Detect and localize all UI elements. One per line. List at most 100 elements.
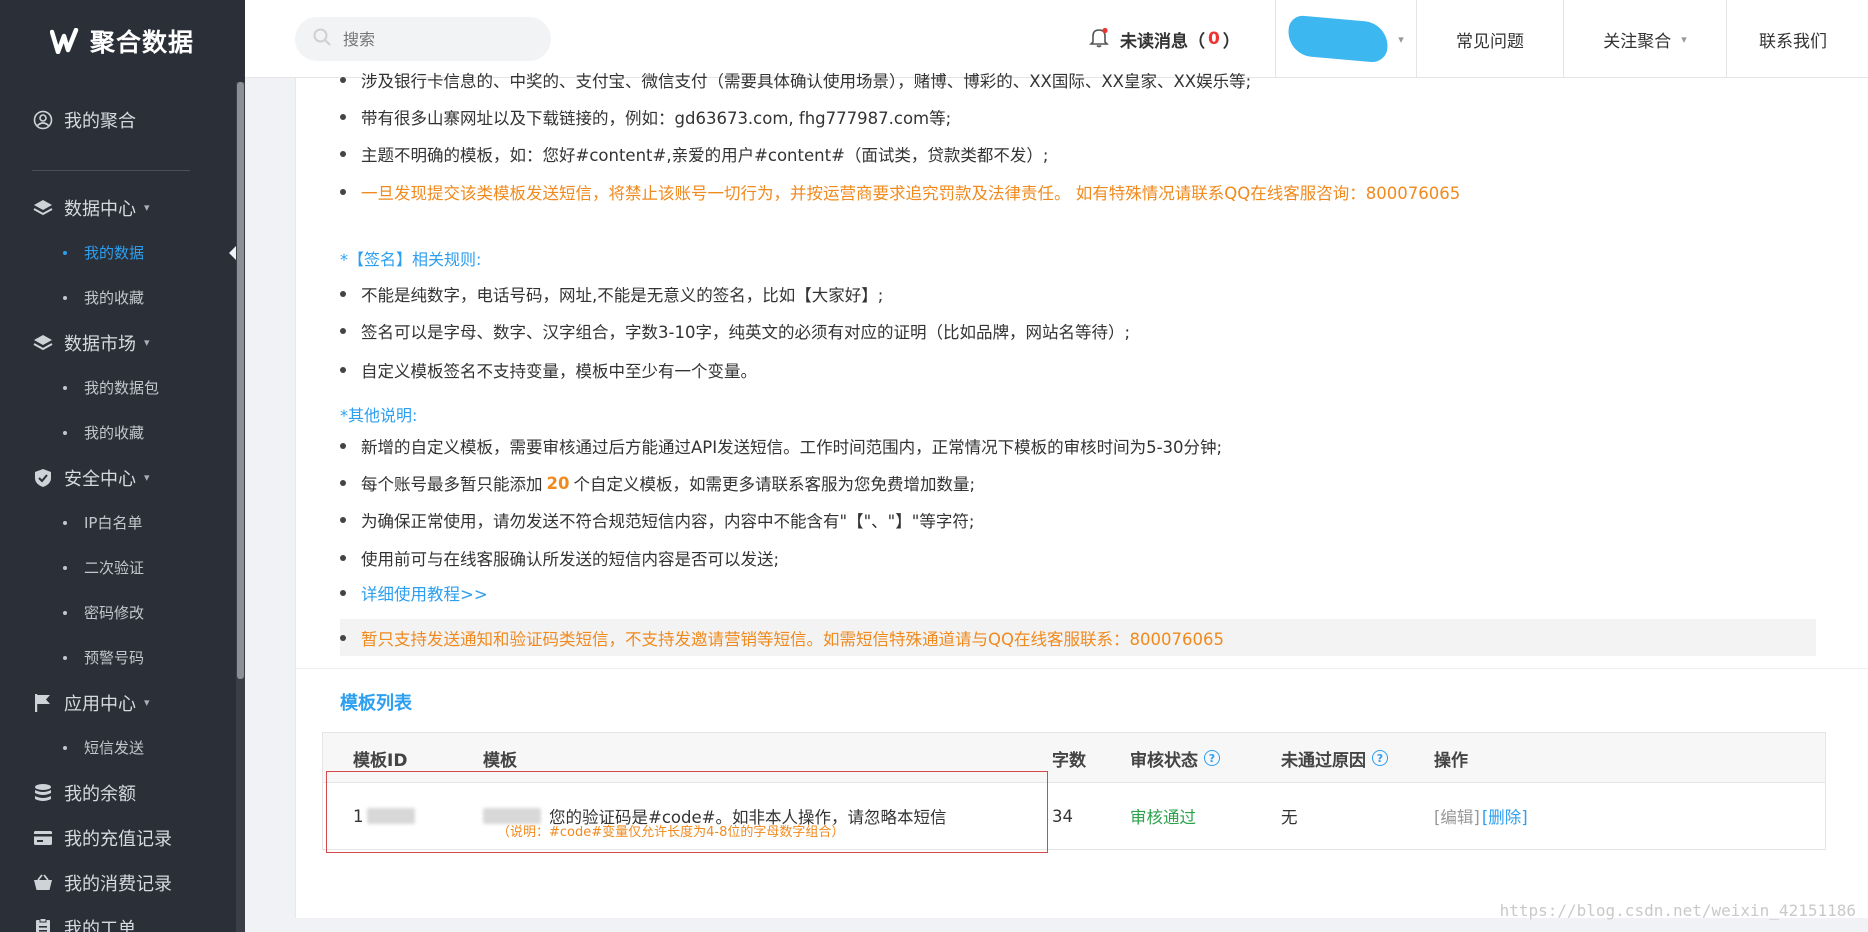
shield-icon: [32, 467, 54, 489]
edit-button[interactable]: [编辑]: [1434, 804, 1480, 828]
scrollbar-thumb[interactable]: [237, 82, 244, 679]
rule-text: 带有很多山寨网址以及下载链接的，例如：gd63673.com, fhg77798…: [361, 109, 952, 128]
template-ops: [编辑] [删除]: [1434, 783, 1528, 849]
rule-text: 不能是纯数字，电话号码，网址,不能是无意义的签名，比如【大家好】;: [361, 286, 884, 305]
rule-text: 为确保正常使用，请勿发送不符合规范短信内容，内容中不能含有"【"、"】"等字符;: [361, 512, 975, 531]
sidebar-item-label: 我的工单: [64, 918, 136, 932]
section-divider: [296, 668, 1868, 669]
template-reason: 无: [1281, 808, 1298, 827]
sidebar-item-consumption-records[interactable]: 我的消费记录: [0, 860, 236, 905]
template-limit-number: 20: [546, 473, 570, 493]
other-rules-title: *其他说明:: [340, 406, 418, 425]
sidebar-item-label: 安全中心: [64, 468, 136, 490]
active-caret-icon: [229, 246, 236, 260]
tutorial-link[interactable]: 详细使用教程>>: [340, 581, 488, 605]
follow-menu[interactable]: 关注聚合 ▾: [1563, 0, 1726, 78]
logo-icon: [50, 28, 79, 54]
chevron-down-icon: ▾: [1681, 32, 1687, 46]
rule-text: 主题不明确的模板，如：您好#content#,亲爱的用户#content#（面试…: [361, 146, 1049, 165]
notice-item: 暂只支持发送通知和验证码类短信，不支持发邀请营销等短信。如需短信特殊通道请与QQ…: [340, 619, 1224, 656]
flag-icon: [32, 692, 54, 714]
unread-label: 未读消息: [1120, 31, 1188, 52]
notice-text: 暂只支持发送通知和验证码类短信，不支持发邀请营销等短信。如需短信特殊通道请与QQ…: [361, 629, 1224, 649]
chevron-down-icon: ▾: [144, 336, 150, 349]
credit-card-icon: [32, 827, 54, 849]
contact-label: 联系我们: [1759, 31, 1827, 52]
sidebar-sub-my-data-pack[interactable]: 我的数据包: [0, 365, 236, 410]
contact-link[interactable]: 联系我们: [1726, 0, 1868, 78]
template-chars: 34: [1052, 806, 1073, 826]
rule-text: 个自定义模板，如需更多请联系客服为您免费增加数量;: [573, 475, 976, 494]
clipboard-icon: [32, 917, 54, 932]
bullet-icon: [340, 328, 346, 334]
sidebar-sub-my-data[interactable]: 我的数据: [0, 230, 236, 275]
sidebar-scrollbar[interactable]: [236, 82, 245, 932]
sidebar-item-security-center[interactable]: 安全中心 ▾: [0, 455, 236, 500]
rule-item: 每个账号最多暂只能添加 20 个自定义模板，如需更多请联系客服为您免费增加数量;: [340, 471, 975, 495]
sidebar-sub-label: 二次验证: [84, 559, 145, 577]
rule-item: 不能是纯数字，电话号码，网址,不能是无意义的签名，比如【大家好】;: [340, 282, 883, 306]
bullet-icon: [340, 634, 346, 641]
sidebar-sub-label: 我的数据包: [84, 379, 160, 397]
help-question-icon[interactable]: ?: [1204, 750, 1220, 766]
sidebar-sub-label: 短信发送: [84, 739, 145, 757]
sidebar-sub-ip-whitelist[interactable]: IP白名单: [0, 500, 236, 545]
unread-count: 0: [1208, 29, 1220, 49]
sidebar-item-app-center[interactable]: 应用中心 ▾: [0, 680, 236, 725]
follow-label: 关注聚合: [1603, 31, 1672, 52]
delete-button[interactable]: [删除]: [1482, 804, 1528, 828]
unread-close-paren: ）: [1222, 31, 1240, 52]
sidebar-sub-alert-phone[interactable]: 预警号码: [0, 635, 236, 680]
help-question-icon[interactable]: ?: [1372, 750, 1388, 766]
bullet-icon: [340, 291, 346, 297]
sidebar-item-my-juhe[interactable]: 我的聚合: [0, 82, 236, 158]
sidebar-nav: 我的聚合 数据中心 ▾ 我的数据 我的收藏 数据市场 ▾ 我的数据包 我的收藏 …: [0, 82, 236, 932]
sidebar-item-tickets[interactable]: 我的工单: [0, 905, 236, 932]
search-icon: [313, 28, 331, 50]
database-icon: [32, 782, 54, 804]
bullet-icon: [340, 517, 346, 523]
sidebar-sub-password[interactable]: 密码修改: [0, 590, 236, 635]
rule-text: 使用前可与在线客服确认所发送的短信内容是否可以发送;: [361, 550, 780, 569]
col-header-status-label: 审核状态: [1130, 750, 1198, 771]
tutorial-link-text[interactable]: 详细使用教程>>: [361, 581, 488, 605]
bullet-icon: [340, 367, 346, 373]
col-header-status: 审核状态?: [1130, 733, 1220, 783]
search-input[interactable]: [343, 29, 523, 49]
faq-link[interactable]: 常见问题: [1416, 0, 1563, 78]
sidebar-sub-label: 我的收藏: [84, 424, 145, 442]
rule-item: 主题不明确的模板，如：您好#content#,亲爱的用户#content#（面试…: [340, 142, 1048, 166]
sidebar-sub-label: 密码修改: [84, 604, 145, 622]
sidebar-item-label: 我的聚合: [64, 111, 136, 132]
template-status: 审核通过: [1130, 808, 1196, 827]
sidebar-sub-sms-send[interactable]: 短信发送: [0, 725, 236, 770]
rule-item: 新增的自定义模板，需要审核通过后方能通过API发送短信。工作时间范围内，正常情况…: [340, 434, 1222, 458]
sidebar-sub-label: 我的收藏: [84, 289, 145, 307]
col-header-ops: 操作: [1434, 750, 1468, 771]
bullet-icon: [340, 590, 346, 596]
user-circle-icon: [32, 109, 54, 131]
user-menu[interactable]: lu ▾: [1275, 0, 1416, 78]
bullet-icon: [340, 443, 346, 449]
sidebar-sub-2fa[interactable]: 二次验证: [0, 545, 236, 590]
basket-icon: [32, 872, 54, 894]
bullet-icon: [340, 114, 346, 120]
logo[interactable]: 聚合数据: [0, 0, 245, 82]
sidebar-sub-label: 预警号码: [84, 649, 145, 667]
sidebar-item-recharge-records[interactable]: 我的充值记录: [0, 815, 236, 860]
sidebar-item-balance[interactable]: 我的余额: [0, 770, 236, 815]
rule-text: 每个账号最多暂只能添加: [361, 475, 543, 494]
sidebar-item-data-market[interactable]: 数据市场 ▾: [0, 320, 236, 365]
sidebar-sub-my-favorites-2[interactable]: 我的收藏: [0, 410, 236, 455]
search-box[interactable]: [295, 17, 551, 61]
sidebar-sub-my-favorites[interactable]: 我的收藏: [0, 275, 236, 320]
unread-messages[interactable]: 未读消息 （ 0 ）: [1088, 0, 1240, 78]
rule-text: 一旦发现提交该类模板发送短信，将禁止该账号一切行为，并按运营商要求追究罚款及法律…: [361, 184, 1461, 203]
sidebar-item-data-center[interactable]: 数据中心 ▾: [0, 185, 236, 230]
rule-item: 带有很多山寨网址以及下载链接的，例如：gd63673.com, fhg77798…: [340, 105, 951, 129]
rule-item: 涉及银行卡信息的、中奖的、支付宝、微信支付（需要具体确认使用场景），赌博、博彩的…: [340, 68, 1251, 92]
sign-rules-title: *【签名】相关规则:: [340, 250, 482, 269]
rule-item: 为确保正常使用，请勿发送不符合规范短信内容，内容中不能含有"【"、"】"等字符;: [340, 508, 974, 532]
sidebar-item-label: 我的余额: [64, 783, 136, 805]
bell-icon: [1088, 26, 1110, 53]
